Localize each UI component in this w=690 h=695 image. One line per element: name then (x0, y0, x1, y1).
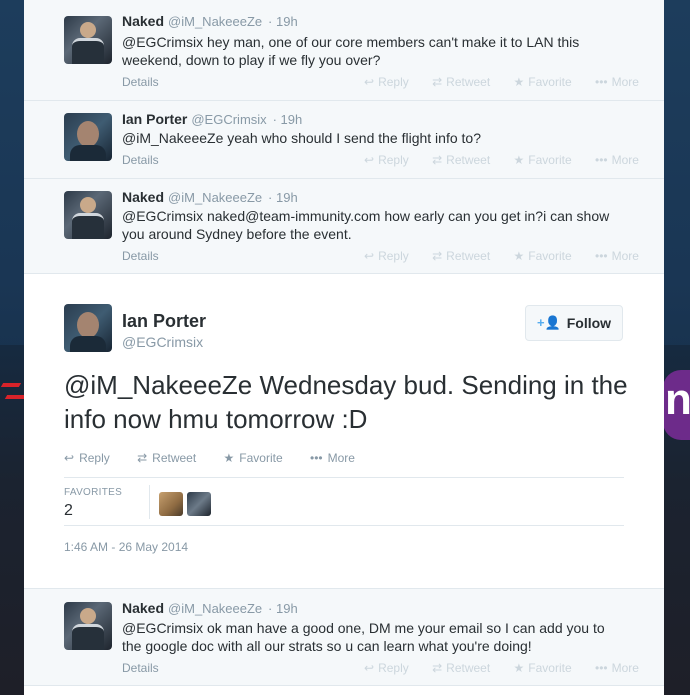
favorites-count[interactable]: 2 (64, 502, 73, 520)
star-icon: ★ (513, 75, 525, 89)
tweet-author-name[interactable]: Ian Porter (122, 311, 206, 332)
ellipsis-icon: ••• (595, 249, 608, 263)
tweet-author[interactable]: Naked @iM_NakeeeZe · 19h (122, 189, 298, 205)
tweet-author[interactable]: Naked @iM_NakeeeZe · 19h (122, 13, 298, 29)
details-link[interactable]: Details (122, 153, 159, 167)
retweet-button[interactable]: ⇄ Retweet (432, 249, 500, 263)
tweet-time: · 19h (268, 601, 298, 616)
tweet-actions: ↩ Reply ⇄ Retweet ★ Favorite ••• More (364, 153, 659, 167)
more-button[interactable]: ••• More (595, 249, 649, 263)
tweet-actions: ↩ Reply ⇄ Retweet ★ Favorite ••• More (364, 249, 659, 263)
tweet-handle: @iM_NakeeeZe (168, 190, 263, 205)
more-button[interactable]: ••• More (595, 661, 649, 675)
star-icon: ★ (513, 249, 525, 263)
avatar[interactable] (64, 602, 112, 650)
details-link[interactable]: Details (122, 75, 159, 89)
reply-button[interactable]: ↩ Reply (364, 249, 419, 263)
tweet-timestamp[interactable]: 1:46 AM - 26 May 2014 (64, 540, 188, 554)
follow-button[interactable]: +👤 Follow (525, 305, 623, 341)
conversation-tweet[interactable]: Ian Porter @EGCrimsix · 19h @iM_NakeeeZe … (24, 101, 664, 179)
retweet-button[interactable]: ⇄ Retweet (432, 75, 500, 89)
avatar[interactable] (64, 16, 112, 64)
retweet-icon: ⇄ (137, 451, 148, 465)
favorites-label[interactable]: FAVORITES (64, 487, 122, 498)
more-button[interactable]: ••• More (595, 75, 649, 89)
tweet-text: @EGCrimsix naked@team-immunity.com how e… (122, 208, 610, 242)
ellipsis-icon: ••• (310, 451, 323, 465)
tweet-time: · 19h (272, 112, 303, 127)
favoriter-avatar[interactable] (187, 492, 211, 516)
ellipsis-icon: ••• (595, 153, 608, 167)
retweet-icon: ⇄ (432, 661, 443, 675)
more-button[interactable]: ••• More (310, 451, 367, 465)
retweet-icon: ⇄ (432, 75, 443, 89)
favorite-button[interactable]: ★ Favorite (514, 75, 582, 89)
star-icon: ★ (513, 153, 525, 167)
reply-tweet[interactable]: Naked @iM_NakeeeZe · 19h @EGCrimsix ok ma… (24, 589, 664, 686)
avatar[interactable] (64, 113, 112, 161)
add-user-icon: +👤 (536, 315, 561, 330)
background-logo: n (663, 370, 690, 440)
reply-arrow-icon: ↩ (364, 661, 375, 675)
reply-button[interactable]: ↩ Reply (364, 153, 419, 167)
favorite-button[interactable]: ★ Favorite (224, 451, 295, 465)
tweet-handle: @iM_NakeeeZe (168, 601, 263, 616)
favorite-button[interactable]: ★ Favorite (514, 153, 582, 167)
retweet-icon: ⇄ (432, 249, 443, 263)
details-link[interactable]: Details (122, 661, 159, 675)
tweet-handle[interactable]: @EGCrimsix (122, 334, 203, 350)
tweet-actions: ↩ Reply ⇄ Retweet ★ Favorite ••• More (364, 661, 659, 675)
favoriter-avatar[interactable] (159, 492, 183, 516)
stats-divider (149, 485, 150, 519)
reply-button[interactable]: ↩ Reply (364, 661, 419, 675)
favorite-button[interactable]: ★ Favorite (514, 249, 582, 263)
reply-arrow-icon: ↩ (364, 249, 375, 263)
conversation-tweet[interactable]: Naked @iM_NakeeeZe · 19h @EGCrimsix naked… (24, 179, 664, 274)
retweet-icon: ⇄ (432, 153, 443, 167)
tweet-text: @EGCrimsix hey man, one of our core memb… (122, 34, 580, 68)
details-link[interactable]: Details (122, 249, 159, 263)
reply-button[interactable]: ↩ Reply (64, 451, 122, 465)
tweet-author[interactable]: Ian Porter @EGCrimsix · 19h (122, 111, 302, 127)
tweet-text: @iM_NakeeeZe yeah who should I send the … (122, 130, 481, 146)
tweet-time: · 19h (268, 14, 298, 29)
avatar[interactable] (64, 191, 112, 239)
tweet-time: · 19h (268, 190, 298, 205)
tweet-handle: @iM_NakeeeZe (168, 14, 263, 29)
more-button[interactable]: ••• More (595, 153, 649, 167)
star-icon: ★ (223, 451, 235, 465)
follow-label: Follow (566, 315, 612, 331)
reply-arrow-icon: ↩ (364, 153, 375, 167)
retweet-button[interactable]: ⇄ Retweet (432, 153, 500, 167)
ellipsis-icon: ••• (595, 75, 608, 89)
tweet-stats: FAVORITES 2 (64, 477, 624, 526)
reply-arrow-icon: ↩ (364, 75, 375, 89)
favorite-button[interactable]: ★ Favorite (514, 661, 582, 675)
ellipsis-icon: ••• (595, 661, 608, 675)
avatar[interactable] (64, 304, 112, 352)
reply-arrow-icon: ↩ (64, 451, 75, 465)
star-icon: ★ (513, 661, 525, 675)
conversation-tweet[interactable]: Naked @iM_NakeeeZe · 19h @EGCrimsix hey m… (24, 0, 664, 101)
tweet-text: @EGCrimsix ok man have a good one, DM me… (122, 620, 605, 654)
tweet-conversation-card: Naked @iM_NakeeeZe · 19h @EGCrimsix hey m… (24, 0, 664, 695)
tweet-actions: ↩ Reply ⇄ Retweet ★ Favorite ••• More (64, 451, 379, 465)
tweet-text: @iM_NakeeeZe Wednesday bud. Sending in t… (64, 370, 628, 434)
tweet-handle: @EGCrimsix (191, 112, 267, 127)
retweet-button[interactable]: ⇄ Retweet (432, 661, 500, 675)
tweet-author[interactable]: Naked @iM_NakeeeZe · 19h (122, 600, 298, 616)
tweet-actions: ↩ Reply ⇄ Retweet ★ Favorite ••• More (364, 75, 659, 89)
reply-button[interactable]: ↩ Reply (364, 75, 419, 89)
retweet-button[interactable]: ⇄ Retweet (137, 451, 208, 465)
permalink-tweet: Ian Porter @EGCrimsix +👤 Follow @iM_Nake… (24, 274, 664, 589)
